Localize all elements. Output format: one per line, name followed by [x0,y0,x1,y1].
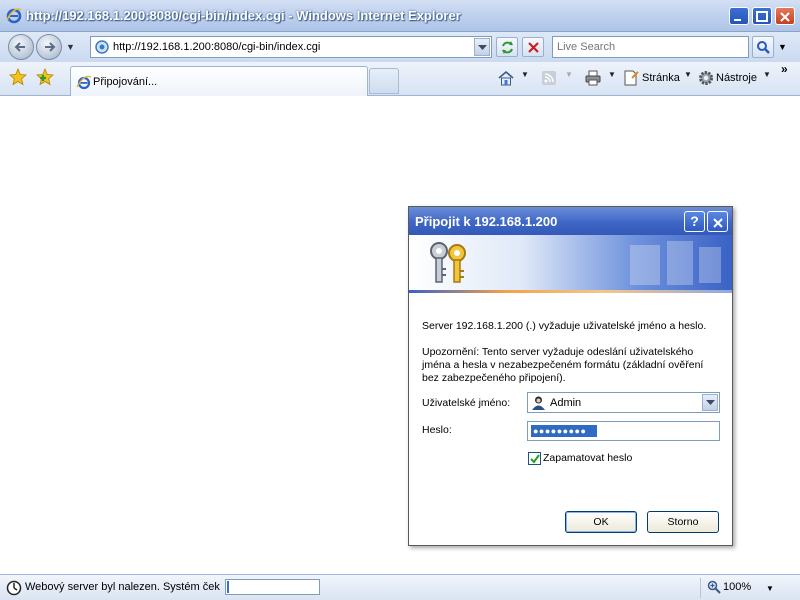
zoom-icon [707,580,721,594]
dialog-warning-line-1: Upozornění: Tento server vyžaduje odeslá… [422,346,694,358]
zoom-dropdown-icon[interactable]: ▼ [766,584,774,593]
keys-icon [430,242,466,283]
cancel-button[interactable]: Storno [647,511,719,533]
maximize-button[interactable] [752,7,772,25]
window-title: http://192.168.1.200:8080/cgi-bin/index.… [26,8,461,23]
back-arrow-icon [14,42,25,52]
status-text: Webový server byl nalezen. Systém čeká n… [25,581,220,593]
close-icon [712,218,723,228]
search-box[interactable] [552,36,749,58]
maximize-icon [756,11,768,22]
dialog-warning-line-2: jména a hesla v nezabezpečeném formátu (… [422,359,704,371]
print-dropdown-icon[interactable]: ▼ [608,70,616,79]
search-icon [757,41,770,54]
status-separator [700,578,701,598]
window-titlebar: http://192.168.1.200:8080/cgi-bin/index.… [0,0,800,32]
progress-bar [225,579,320,595]
feeds-dropdown-icon[interactable]: ▼ [565,70,573,79]
zoom-level: 100% [723,581,752,593]
gear-icon [699,71,713,85]
status-bar: Webový server byl nalezen. Systém čeká n… [0,574,800,600]
username-field[interactable]: Admin [527,392,720,413]
chevron-down-icon [706,400,715,405]
remember-password-checkbox[interactable] [528,452,541,465]
home-button[interactable] [497,68,515,88]
close-icon [780,12,790,22]
forward-arrow-icon [45,42,56,52]
remember-password-label[interactable]: Zapamatovat heslo [543,452,632,464]
dialog-message: Server 192.168.1.200 (.) vyžaduje uživat… [422,320,707,332]
dialog-title: Připojit k 192.168.1.200 [415,214,558,229]
dialog-banner [409,235,732,293]
tab-command-bar: Připojování... ▼ ▼ ▼ Stránka ▼ Nástroje … [0,62,800,96]
navigation-bar: ▼ http://192.168.1.200:8080/cgi-bin/inde… [0,32,800,62]
stop-button[interactable] [522,37,544,57]
search-input[interactable] [553,37,748,57]
refresh-button[interactable] [496,37,518,57]
tab-label: Připojování... [93,76,158,88]
print-icon [585,70,601,86]
tab-current[interactable]: Připojování... [70,66,368,96]
ie-page-icon [76,75,92,90]
tools-menu-label: Nástroje [716,72,757,84]
banner-watermark-icon [630,241,721,285]
password-label: Heslo: [422,424,452,436]
chevron-down-icon [478,45,487,50]
new-tab-button[interactable] [369,68,399,94]
address-bar[interactable]: http://192.168.1.200:8080/cgi-bin/index.… [90,36,492,58]
ok-button[interactable]: OK [565,511,637,533]
toolbar-overflow-chevron[interactable]: » [781,62,788,76]
address-url[interactable]: http://192.168.1.200:8080/cgi-bin/index.… [113,41,320,53]
history-dropdown-icon[interactable]: ▼ [66,42,75,52]
progress-fill [227,581,229,593]
password-mask: ●●●●●●●●● [531,425,597,437]
refresh-icon [502,41,513,54]
username-label: Uživatelské jméno: [422,397,511,409]
minimize-icon [734,19,741,21]
print-button[interactable] [584,68,602,88]
search-button[interactable] [752,36,774,58]
dialog-close-button[interactable] [707,211,728,232]
login-dialog: Připojit k 192.168.1.200 ? Server 192.16… [408,206,733,546]
checkmark-icon [530,454,540,464]
home-icon [498,70,514,86]
dialog-titlebar: Připojit k 192.168.1.200 ? [409,207,732,235]
dialog-warning-line-3: bez zabezpečeného připojení). [422,372,566,384]
page-menu-icon [624,70,639,86]
home-dropdown-icon[interactable]: ▼ [521,70,529,79]
search-options-dropdown-icon[interactable]: ▼ [778,42,787,52]
minimize-button[interactable] [729,7,749,25]
address-dropdown-button[interactable] [474,38,490,56]
favorites-star-icon[interactable] [9,68,27,86]
page-menu-dropdown-icon[interactable]: ▼ [684,70,692,79]
tools-dropdown-icon[interactable]: ▼ [763,70,771,79]
username-value: Admin [550,397,582,409]
loading-icon [6,580,22,596]
dialog-body: Server 192.168.1.200 (.) vyžaduje uživat… [409,293,732,545]
page-menu-label: Stránka [642,72,680,84]
page-menu-button[interactable]: Stránka [622,68,692,88]
forward-button[interactable] [36,34,62,60]
page-icon [95,40,109,54]
ie-logo-icon [6,8,22,24]
stop-icon [528,42,539,53]
user-icon [532,396,545,410]
close-button[interactable] [775,7,795,25]
username-dropdown-button[interactable] [702,394,718,411]
back-button[interactable] [8,34,34,60]
rss-icon [542,71,556,85]
feeds-button[interactable] [540,68,558,88]
dialog-help-button[interactable]: ? [684,211,705,232]
password-field[interactable]: ●●●●●●●●● [527,421,720,441]
add-favorite-icon[interactable] [36,68,54,86]
